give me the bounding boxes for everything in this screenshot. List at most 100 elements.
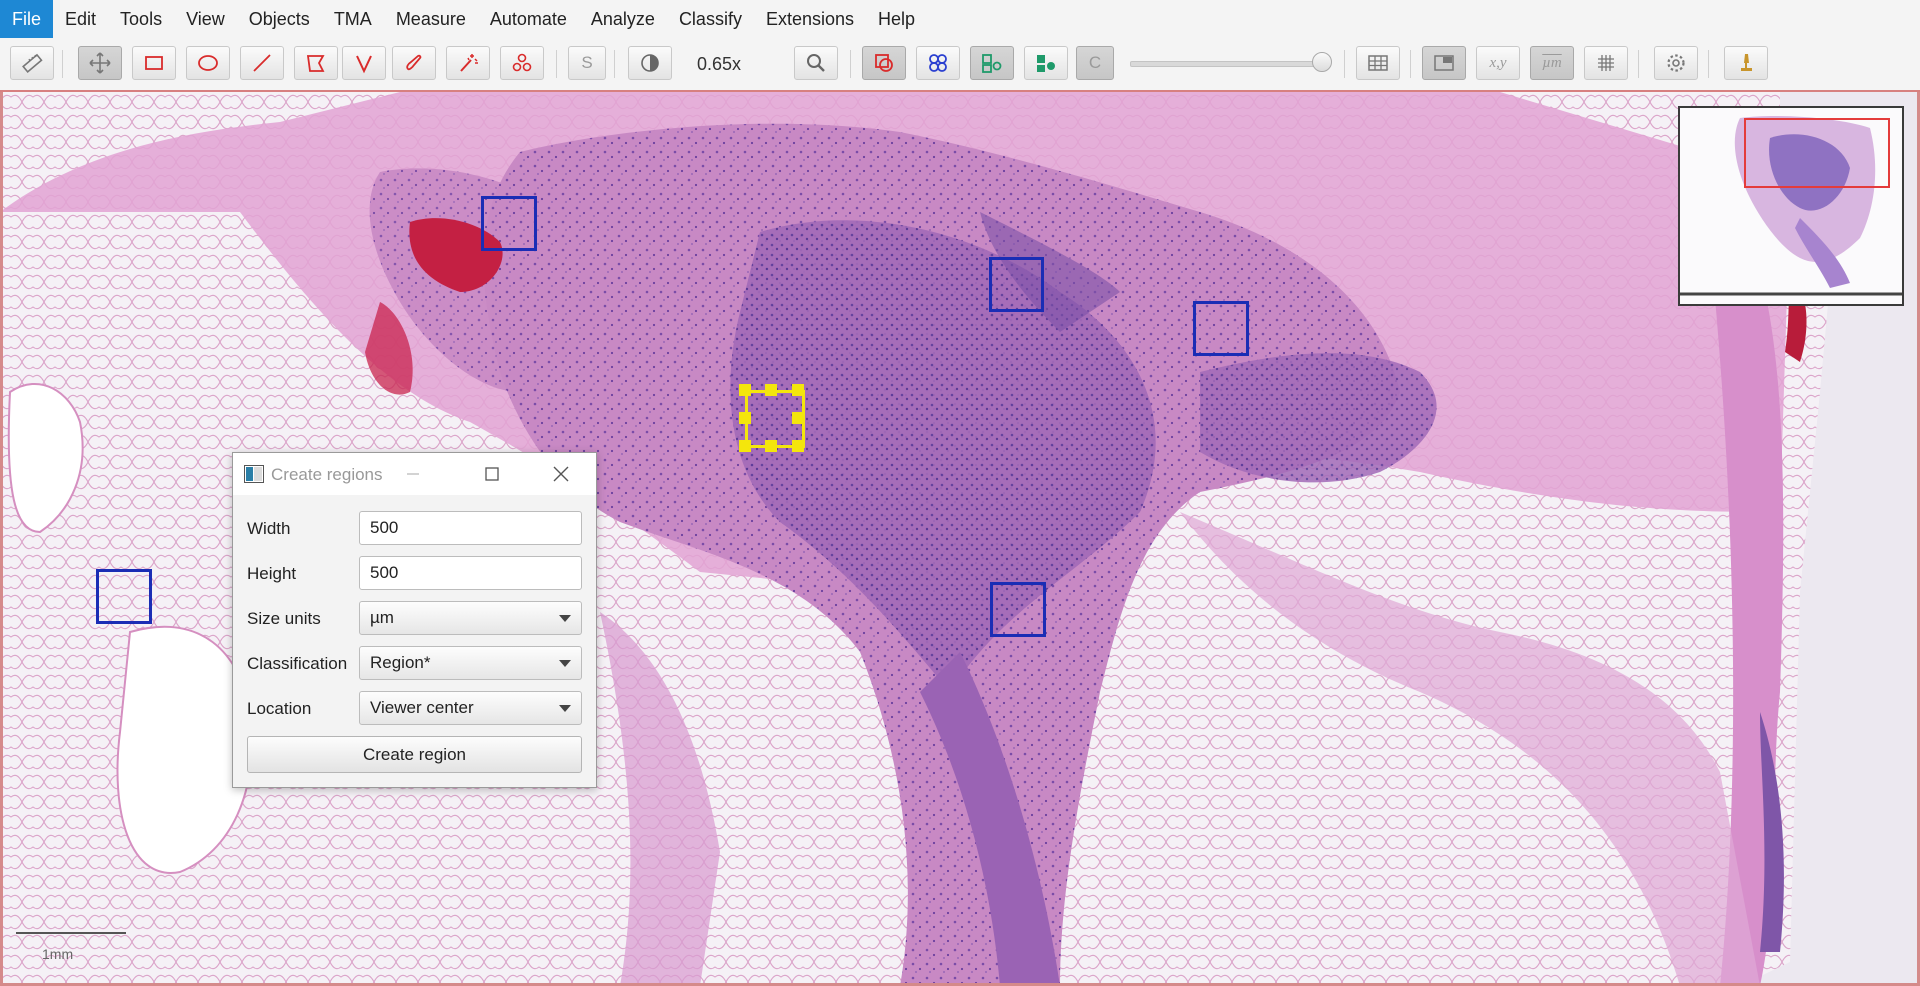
menu-view[interactable]: View [174, 0, 237, 38]
maximize-button[interactable] [472, 461, 512, 487]
brush-tool-button[interactable] [392, 46, 436, 80]
menu-edit[interactable]: Edit [53, 0, 108, 38]
polyline-icon [356, 55, 372, 74]
rectangle-tool-button[interactable] [132, 46, 176, 80]
resize-handle[interactable] [739, 440, 751, 452]
zoom-to-fit-button[interactable] [794, 46, 838, 80]
points-tool-button[interactable] [500, 46, 544, 80]
show-tma-grid-button[interactable] [916, 46, 960, 80]
overview-icon [1434, 55, 1454, 71]
height-label: Height [247, 564, 297, 583]
width-label: Width [247, 519, 291, 538]
ruler-icon [22, 53, 43, 73]
polygon-tool-button[interactable] [294, 46, 338, 80]
menu-extensions[interactable]: Extensions [754, 0, 866, 38]
brush-icon [406, 54, 422, 71]
app-icon [244, 465, 264, 483]
classification-label: Classification [247, 654, 348, 673]
measurement-table-button[interactable] [1356, 46, 1400, 80]
fill-detections-button[interactable] [1024, 46, 1068, 80]
region-annotation[interactable] [1193, 301, 1249, 356]
minimize-icon [407, 473, 419, 475]
line-icon [253, 54, 271, 72]
menu-tma[interactable]: TMA [322, 0, 384, 38]
region-annotation[interactable] [96, 569, 152, 624]
close-button[interactable] [541, 461, 581, 487]
size-units-label: Size units [247, 609, 321, 628]
show-location-button[interactable]: x,y [1476, 46, 1520, 80]
preferences-button[interactable] [1654, 46, 1698, 80]
chevron-down-icon [559, 615, 571, 622]
show-scalebar-button[interactable]: µm [1530, 46, 1574, 80]
menu-objects[interactable]: Objects [237, 0, 322, 38]
log-button[interactable] [1724, 46, 1768, 80]
resize-handle[interactable] [739, 384, 751, 396]
dialog-titlebar[interactable]: Create regions [233, 453, 596, 495]
zoom-level: 0.65x [697, 54, 742, 74]
size-units-select[interactable]: µm [359, 601, 582, 635]
dialog-title: Create regions [271, 465, 383, 484]
contrast-icon [641, 54, 659, 72]
height-input[interactable]: 500 [359, 556, 582, 590]
classification-value: Region* [370, 653, 431, 672]
menu-bar: File Edit Tools View Objects TMA Measure… [0, 0, 1920, 39]
chevron-down-icon [559, 660, 571, 667]
show-annotations-button[interactable] [862, 46, 906, 80]
menu-measure[interactable]: Measure [384, 0, 478, 38]
gear-icon [1667, 54, 1685, 72]
channel-label: C [1088, 53, 1102, 72]
region-annotation[interactable] [481, 196, 537, 251]
line-tool-button[interactable] [240, 46, 284, 80]
overview-viewport-rect[interactable] [1744, 118, 1890, 188]
menu-tools[interactable]: Tools [108, 0, 174, 38]
region-annotation[interactable] [989, 257, 1044, 312]
overview-thumbnail[interactable] [1678, 106, 1904, 306]
width-input[interactable]: 500 [359, 511, 582, 545]
annotations-icon [875, 54, 893, 72]
wand-tool-button[interactable] [446, 46, 490, 80]
selection-mode-button[interactable]: S [568, 46, 606, 80]
menu-file[interactable]: File [0, 0, 54, 38]
toolbar: S 0.65x C x,y µm [0, 38, 1920, 92]
resize-handle[interactable] [792, 412, 804, 424]
maximize-icon [485, 467, 499, 481]
location-select[interactable]: Viewer center [359, 691, 582, 725]
scalebar-label: 1mm [42, 946, 74, 962]
resize-handle[interactable] [739, 412, 751, 424]
resize-handle[interactable] [792, 440, 804, 452]
create-region-button[interactable]: Create region [247, 736, 582, 773]
resize-handle[interactable] [792, 384, 804, 396]
magnifier-icon [807, 54, 825, 72]
region-annotation[interactable] [990, 582, 1046, 637]
classification-select[interactable]: Region* [359, 646, 582, 680]
opacity-slider-thumb[interactable] [1312, 52, 1332, 72]
show-detections-button[interactable] [970, 46, 1014, 80]
table-icon [1368, 55, 1388, 71]
menu-help[interactable]: Help [866, 0, 927, 38]
wand-icon [460, 54, 478, 72]
selection-mode-label: S [581, 53, 593, 72]
polyline-tool-button[interactable] [342, 46, 386, 80]
grid-icon [1598, 55, 1614, 71]
measure-tool-button[interactable] [10, 46, 54, 80]
menu-analyze[interactable]: Analyze [579, 0, 667, 38]
minimize-button[interactable] [393, 461, 433, 487]
resize-handle[interactable] [765, 440, 777, 452]
channel-button[interactable]: C [1076, 46, 1114, 80]
resize-handle[interactable] [765, 384, 777, 396]
tma-grid-icon [929, 54, 947, 72]
size-units-value: µm [370, 608, 394, 627]
rectangle-icon [145, 56, 163, 70]
menu-automate[interactable]: Automate [478, 0, 579, 38]
show-overview-button[interactable] [1422, 46, 1466, 80]
ellipse-icon [198, 55, 218, 71]
microscope-icon [1741, 54, 1752, 71]
brightness-contrast-button[interactable] [628, 46, 672, 80]
location-label: x,y [1489, 54, 1507, 71]
show-grid-button[interactable] [1584, 46, 1628, 80]
ellipse-tool-button[interactable] [186, 46, 230, 80]
move-tool-button[interactable] [78, 46, 122, 80]
scalebar [16, 932, 126, 934]
opacity-slider-track[interactable] [1130, 61, 1326, 67]
menu-classify[interactable]: Classify [667, 0, 754, 38]
